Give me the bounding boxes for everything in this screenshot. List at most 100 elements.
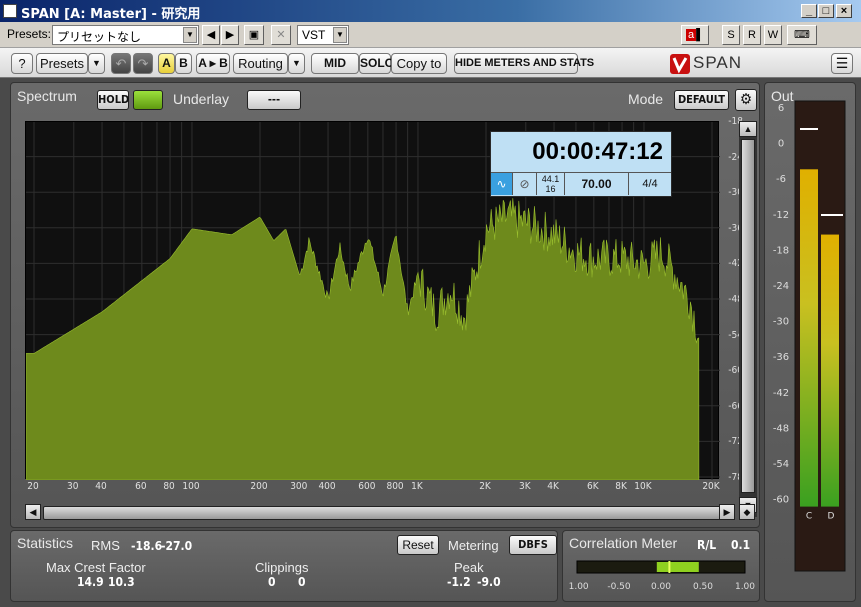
output-level-meter: 6 0 -6 -12 -18 -24 -30 -36 -42 -48 -54 -60 C D [773, 100, 846, 572]
out-db-tick: -54 [773, 459, 789, 470]
copy-a-to-b-button[interactable]: A ▸ B [196, 53, 230, 74]
solo-button[interactable]: SOLO [359, 53, 394, 74]
peak-label: Peak [454, 560, 484, 575]
correlation-value: 0.1 [731, 538, 751, 552]
out-db-tick: -30 [773, 317, 789, 328]
time-signature: 4/4 [642, 178, 658, 190]
out-db-tick: -18 [773, 245, 789, 256]
panel-glyph: ▌ [696, 29, 704, 41]
presets-menu-chevron-icon[interactable]: ▼ [88, 53, 105, 74]
frequency-scale: 20 30 40 60 80 100 200 300 400 600 800 1K 2K 3K 4K 6K 8K… [25, 481, 719, 499]
freq-tick: 20 [27, 481, 39, 492]
maximize-button[interactable]: □ [818, 4, 834, 18]
vertical-range-scrollbar[interactable]: ▲ ▼ [739, 121, 757, 517]
rms-right-value: -27.0 [161, 539, 193, 553]
reset-button[interactable]: Reset [397, 535, 439, 555]
keyboard-icon[interactable]: ⌨ [787, 25, 817, 45]
mode-select[interactable]: DEFAULT [674, 90, 729, 110]
peak-left-value: -1.2 [447, 575, 471, 589]
horizontal-scroll-thumb[interactable] [43, 506, 727, 520]
out-level-bar-d [821, 234, 839, 507]
sidechain-button[interactable]: S [722, 25, 740, 45]
statistics-panel: Statistics RMS -18.6 -27.0 Reset Meterin… [10, 530, 558, 602]
state-b-button[interactable]: B [175, 53, 192, 74]
delete-icon[interactable]: ✕ [271, 25, 291, 45]
tempo-value: 70.00 [565, 173, 629, 195]
help-button[interactable]: ? [11, 53, 33, 74]
freq-tick: 20K [702, 481, 720, 492]
freq-tick: 200 [250, 481, 268, 492]
peak-right-value: -9.0 [477, 575, 501, 589]
correlation-scale-tick: -0.50 [607, 582, 631, 592]
menu-icon[interactable]: ☰ [831, 53, 853, 74]
settings-gear-icon[interactable]: ⚙ [735, 89, 757, 111]
sync-icon[interactable]: ∿ [491, 173, 513, 195]
hold-toggle[interactable] [133, 90, 163, 110]
span-plugin: ? Presets ▼ ↶ ↷ A B A ▸ B Routing ▼ MID … [0, 48, 861, 607]
window-title: SPAN [A: Master] - 研究用 [21, 7, 201, 22]
scroll-left-icon[interactable]: ◀ [25, 504, 41, 520]
freq-tick: 2K [479, 481, 491, 492]
freq-tick: 6K [587, 481, 599, 492]
undo-icon[interactable]: ↶ [111, 53, 131, 74]
frequency-range-scrollbar[interactable]: ◀ ▶ ◆ [25, 503, 755, 523]
routing-chevron-icon[interactable]: ▼ [288, 53, 305, 74]
correlation-meter-panel: Correlation Meter R/L 0.1 -1.00 -0.50 0.00… [562, 530, 760, 602]
correlation-mode[interactable]: R/L [697, 538, 716, 552]
plugin-window: SPAN [A: Master] - 研究用 _ □ × Presets: プリ… [0, 0, 861, 607]
bit-depth: 16 [545, 184, 556, 194]
correlation-bar: -1.00 -0.50 0.00 0.50 1.00 [569, 560, 755, 592]
out-level-bar-c [800, 169, 818, 507]
crest-left-value: 14.9 [77, 575, 104, 589]
title-bar: SPAN [A: Master] - 研究用 _ □ × [0, 0, 861, 22]
prev-preset-button[interactable]: ◀ [202, 25, 220, 45]
metering-select[interactable]: DBFS [509, 535, 557, 555]
next-preset-button[interactable]: ▶ [221, 25, 239, 45]
chevron-down-icon: ▼ [183, 27, 197, 43]
minimize-button[interactable]: _ [801, 4, 817, 18]
redo-icon[interactable]: ↷ [133, 53, 153, 74]
plugin-toolbar: ? Presets ▼ ↶ ↷ A B A ▸ B Routing ▼ MID … [0, 48, 861, 78]
routing-button[interactable]: Routing [233, 53, 288, 74]
hide-meters-button[interactable]: HIDE METERS AND STATS [454, 53, 594, 74]
read-automation-button[interactable]: R [743, 25, 761, 45]
out-channel-label: C [806, 512, 812, 522]
correlation-title: Correlation Meter [569, 535, 678, 551]
freq-tick: 60 [135, 481, 147, 492]
correlation-scale-tick: 0.50 [693, 582, 713, 592]
out-db-tick: -12 [773, 210, 789, 221]
spectrum-curve [26, 198, 700, 480]
presets-button[interactable]: Presets [36, 53, 88, 74]
close-button[interactable]: × [836, 4, 852, 18]
chevron-down-icon: ▼ [333, 27, 347, 43]
analyzer-icon: a [686, 29, 697, 41]
spectrum-panel: Spectrum HOLD Underlay --- Mode DEFAULT … [10, 82, 760, 528]
vst-select[interactable]: VST ▼ [297, 25, 349, 45]
crest-factor-label: Max Crest Factor [46, 560, 146, 575]
out-db-tick: -42 [773, 388, 789, 399]
out-db-tick: 6 [778, 103, 784, 114]
freq-tick: 4K [547, 481, 559, 492]
scroll-up-icon[interactable]: ▲ [739, 121, 757, 137]
save-icon[interactable]: ▣ [244, 25, 264, 45]
copy-to-button[interactable]: Copy to [391, 53, 447, 74]
preset-select[interactable]: プリセットなし ▼ [52, 25, 199, 45]
analyzer-button[interactable]: a ▌ [681, 25, 709, 45]
metering-label: Metering [448, 538, 499, 553]
freq-tick: 40 [95, 481, 107, 492]
vertical-scroll-thumb[interactable] [741, 139, 755, 493]
underlay-select[interactable]: --- [247, 90, 301, 110]
freq-tick: 8K [615, 481, 627, 492]
correlation-scale-tick: -1.00 [569, 582, 589, 592]
state-a-button[interactable]: A [158, 53, 175, 74]
out-channel-label: D [828, 512, 835, 522]
clippings-right-value: 0 [298, 575, 306, 589]
mid-button[interactable]: MID [311, 53, 359, 74]
hold-button[interactable]: HOLD [97, 90, 129, 110]
loop-off-icon[interactable]: ⊘ [513, 173, 537, 195]
write-automation-button[interactable]: W [764, 25, 782, 45]
scroll-right-icon[interactable]: ▶ [719, 504, 735, 520]
vst-label: VST [302, 28, 326, 42]
out-db-tick: -48 [773, 423, 789, 434]
zoom-reset-icon[interactable]: ◆ [739, 504, 755, 520]
